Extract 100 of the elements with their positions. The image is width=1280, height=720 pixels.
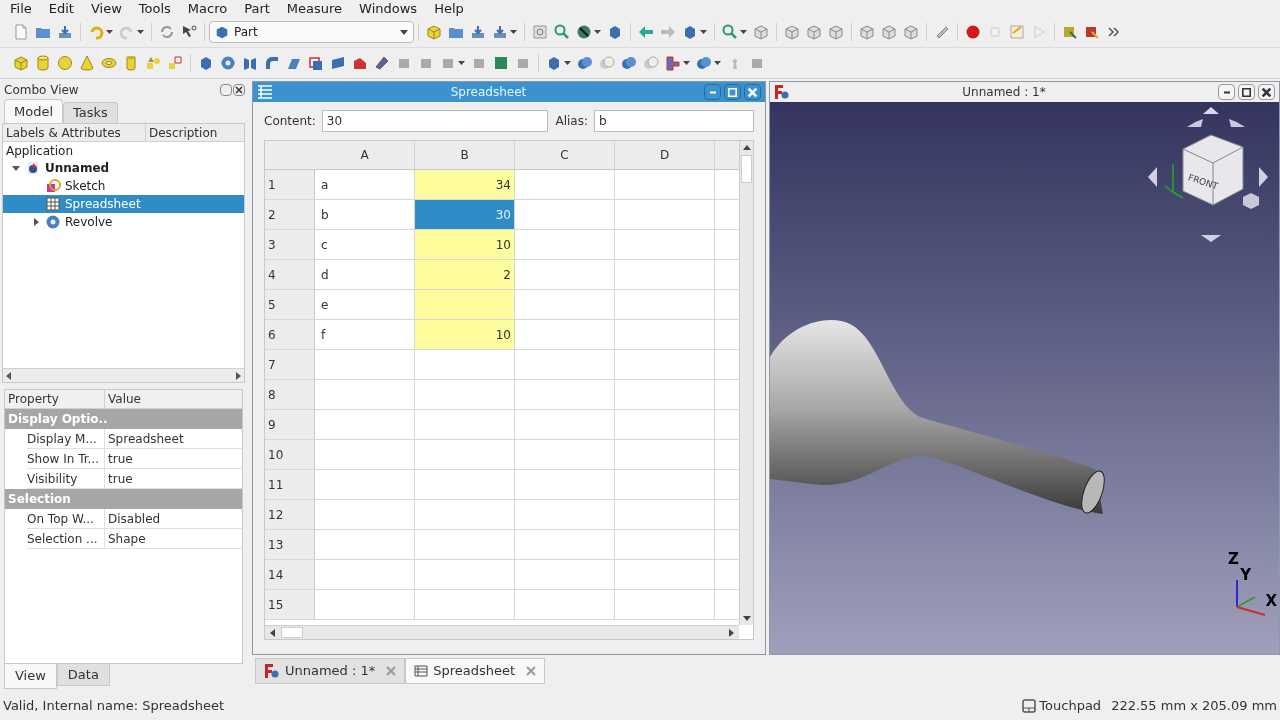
row-header[interactable]: 3 [265, 230, 315, 259]
column-header[interactable]: Description [146, 124, 218, 141]
table-cell[interactable]: 10 [415, 320, 515, 349]
row-header[interactable]: 12 [265, 500, 315, 529]
property-value[interactable]: Shape [105, 529, 146, 548]
menu-item[interactable]: Part [236, 0, 278, 19]
close-button[interactable] [744, 84, 761, 100]
column-header[interactable]: C [515, 141, 615, 169]
scrollbar-thumb[interactable] [281, 627, 303, 638]
table-cell[interactable]: 10 [415, 230, 515, 259]
column-header[interactable]: D [615, 141, 715, 169]
field-label: Content: [264, 113, 316, 130]
menu-item[interactable]: Macro [179, 0, 236, 19]
field-label: Alias: [555, 113, 588, 130]
property-name: On Top W... [27, 509, 105, 528]
horizontal-scrollbar[interactable] [265, 625, 739, 639]
panel-tab[interactable]: Tasks [63, 102, 118, 123]
3d-viewport[interactable]: FRONT Z Y X [770, 102, 1279, 654]
maximize-button[interactable] [724, 84, 741, 100]
horizontal-scrollbar[interactable] [3, 368, 244, 382]
vertical-scrollbar[interactable] [739, 141, 753, 625]
maximize-button[interactable] [1238, 84, 1255, 100]
workbench-dropdown[interactable]: Part [209, 21, 414, 43]
scroll-right-icon[interactable] [727, 628, 735, 637]
scrollbar-thumb[interactable] [741, 155, 752, 183]
redo-icon [119, 24, 135, 40]
close-icon[interactable] [526, 666, 537, 676]
alias-field[interactable]: b [594, 110, 754, 132]
scroll-right-icon[interactable] [235, 371, 241, 380]
caret-icon [137, 30, 144, 34]
column-header[interactable]: Labels & Attributes [3, 124, 146, 141]
document-tab[interactable]: Spreadsheet [405, 658, 546, 684]
column-header[interactable]: B [415, 141, 515, 169]
column-header[interactable]: Value [105, 390, 141, 408]
solid-shape-icon [682, 24, 698, 40]
caret-icon [594, 30, 601, 34]
menu-item[interactable]: Windows [351, 0, 426, 19]
navigation-style-button[interactable]: Touchpad [1022, 696, 1102, 716]
menu-item[interactable]: Edit [40, 0, 82, 19]
scroll-left-icon[interactable] [6, 371, 12, 380]
row-header[interactable]: 2 [265, 200, 315, 229]
property-value[interactable]: true [105, 469, 133, 488]
row-header[interactable]: 13 [265, 530, 315, 559]
column-header[interactable]: Property [5, 390, 105, 408]
scroll-up-icon[interactable] [742, 144, 751, 152]
menu-item[interactable]: View [82, 0, 130, 19]
caret-icon [400, 29, 408, 35]
close-button[interactable] [1258, 84, 1275, 100]
property-value[interactable]: Disabled [105, 509, 161, 528]
menu-item[interactable]: Tools [130, 0, 179, 19]
expanded-arrow-icon[interactable] [11, 163, 21, 173]
panel-tab[interactable]: Data [56, 664, 110, 686]
row-header[interactable]: 4 [265, 260, 315, 289]
tree-item[interactable]: Revolve [3, 213, 244, 231]
row-header[interactable]: 7 [265, 350, 315, 379]
spreadsheet-icon [257, 85, 273, 99]
content-field[interactable]: 30 [321, 110, 549, 132]
scroll-left-icon[interactable] [269, 628, 277, 637]
caret-icon [510, 30, 517, 34]
property-name: Show In Tr... [27, 449, 105, 468]
property-value[interactable]: Spreadsheet [105, 429, 184, 448]
panel-title: Combo View [4, 82, 80, 99]
property-name: Selection ... [27, 529, 105, 548]
table-cell[interactable]: 34 [415, 170, 515, 199]
row-header[interactable]: 8 [265, 380, 315, 409]
row-header[interactable]: 5 [265, 290, 315, 319]
tree-root-label: Application [5, 143, 75, 159]
row-header[interactable]: 1 [265, 170, 315, 199]
caret-icon [564, 61, 571, 65]
menu-item[interactable]: Help [426, 0, 472, 19]
table-cell[interactable]: 2 [415, 260, 515, 289]
table-cell[interactable] [415, 290, 515, 319]
menu-item[interactable]: Measure [278, 0, 351, 19]
property-name: Visibility [27, 469, 105, 488]
panel-tab[interactable]: View [4, 664, 57, 689]
tree-item[interactable]: Sketch [3, 177, 244, 195]
row-header[interactable]: 15 [265, 590, 315, 619]
minimize-button[interactable] [704, 84, 721, 100]
minimize-button[interactable] [1218, 84, 1235, 100]
close-icon[interactable] [386, 666, 397, 676]
caret-icon [106, 30, 113, 34]
window-title: Unnamed : 1* [961, 84, 1047, 101]
close-button[interactable] [233, 84, 245, 96]
row-header[interactable]: 14 [265, 560, 315, 589]
menu-item[interactable]: File [2, 0, 40, 19]
property-value[interactable]: true [105, 449, 133, 468]
revolve-icon [45, 214, 61, 230]
panel-tab[interactable]: Model [4, 99, 64, 123]
scroll-down-icon[interactable] [742, 614, 751, 622]
row-header[interactable]: 9 [265, 410, 315, 439]
row-header[interactable]: 6 [265, 320, 315, 349]
collapsed-arrow-icon[interactable] [31, 217, 41, 227]
axis-label: Z [1228, 548, 1239, 570]
tree-item[interactable]: Spreadsheet [3, 195, 244, 213]
row-header[interactable]: 10 [265, 440, 315, 469]
document-tab[interactable]: Unnamed : 1* [255, 658, 406, 684]
column-header[interactable]: A [315, 141, 415, 169]
sketch-icon [45, 178, 61, 194]
row-header[interactable]: 11 [265, 470, 315, 499]
tree-item[interactable]: Unnamed [3, 159, 244, 177]
